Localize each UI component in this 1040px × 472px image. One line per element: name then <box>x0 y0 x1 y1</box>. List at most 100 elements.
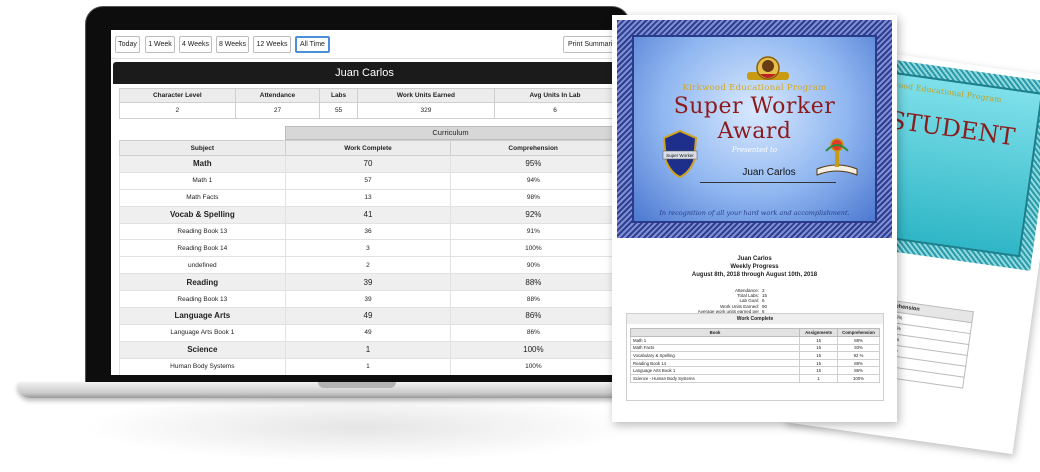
curriculum-header: Comprehension <box>450 140 616 156</box>
curriculum-header: Subject <box>119 140 286 156</box>
curriculum-row: Human Body Systems 1 100% <box>119 358 616 375</box>
range-1-week-button[interactable]: 1 Week <box>145 36 175 53</box>
work-complete-cell: 49 <box>284 307 451 325</box>
work-complete-row: Language Arts Book 1 15 86% <box>629 366 880 375</box>
curriculum-row: Math 1 57 94% <box>119 172 616 190</box>
subject-cell: Math <box>119 155 286 173</box>
comprehension-cell: 86% <box>837 366 880 375</box>
book-cell: Vocabulary & Spelling <box>629 351 801 360</box>
work-complete-row: Math 1 15 88% <box>629 336 880 345</box>
work-complete-cell: 2 <box>284 256 451 275</box>
assignments-cell: 15 <box>799 351 839 360</box>
shield-badge-icon: Super Worker <box>662 129 698 179</box>
stats-value: 2 <box>119 102 236 119</box>
comprehension-cell: 100% <box>837 373 880 383</box>
curriculum-row: Math Facts 13 98% <box>119 189 616 207</box>
range-toolbar: Today 1 Week 4 Weeks 8 Weeks 12 Weeks Al… <box>111 36 616 54</box>
shield-badge-text: Super Worker <box>666 153 694 158</box>
comprehension-cell: 100% <box>450 341 616 359</box>
laptop-notch <box>318 382 396 388</box>
certificate-footer: In recognition of all your hard work and… <box>659 209 850 217</box>
subject-cell: Human Body Systems <box>119 358 286 375</box>
work-complete-title: Work Complete <box>627 314 883 324</box>
curriculum-row: Reading Book 13 39 88% <box>119 290 616 309</box>
weekly-report-name: Juan Carlos <box>737 256 772 262</box>
subject-cell: Reading Book 14 <box>119 239 286 258</box>
range-today-button[interactable]: Today <box>115 36 140 53</box>
front-certificate-page: Kirkwood Educational Program Super Worke… <box>612 15 897 422</box>
curriculum-row: undefined 2 90% <box>119 256 616 275</box>
range-12-weeks-button[interactable]: 12 Weeks <box>253 36 291 53</box>
work-complete-table: Book Assignments Comprehension Math 1 15 8… <box>629 328 880 383</box>
comprehension-cell: 91% <box>450 223 616 241</box>
assignments-cell: 15 <box>799 343 839 353</box>
range-8-weeks-button[interactable]: 8 Weeks <box>216 36 249 53</box>
comprehension-cell: 86% <box>450 324 616 342</box>
book-cell: Math Facts <box>629 343 801 353</box>
stats-header: Attendance <box>234 88 321 103</box>
certificate-name-line <box>700 182 836 183</box>
work-complete-row: Vocabulary & Spelling 15 92 % <box>629 351 880 360</box>
comprehension-cell: 94% <box>450 172 616 190</box>
range-all-time-button[interactable]: All Time <box>295 36 330 53</box>
stats-value: 329 <box>356 102 496 119</box>
comprehension-cell: 88% <box>837 336 880 345</box>
stats-header: Character Level <box>119 88 236 103</box>
front-certificate-border: Kirkwood Educational Program Super Worke… <box>617 20 892 238</box>
curriculum-group-row: Vocab & Spelling 41 92% <box>119 206 616 224</box>
comprehension-cell: 100% <box>450 239 616 258</box>
stats-value: 55 <box>319 102 358 119</box>
front-certificate-panel: Kirkwood Educational Program Super Worke… <box>632 35 877 223</box>
subject-cell: Language Arts Book 1 <box>119 324 286 342</box>
work-complete-row: Science - Human Body Systems 1 100% <box>629 373 880 383</box>
comprehension-cell: 88% <box>837 358 880 368</box>
comprehension-cell: 95% <box>450 155 616 173</box>
comprehension-cell: 92 % <box>837 351 880 360</box>
subject-cell: Language Arts <box>119 307 286 325</box>
comprehension-cell: 90% <box>450 256 616 275</box>
curriculum-row: Reading Book 13 36 91% <box>119 223 616 241</box>
work-complete-cell: 39 <box>284 273 451 292</box>
book-lamp-icon <box>816 138 858 176</box>
stats-header: Avg Units In Lab <box>494 88 616 103</box>
weekly-report-range: August 8th, 2018 through August 10th, 20… <box>691 272 818 278</box>
curriculum-row: Language Arts Book 1 49 86% <box>119 324 616 342</box>
work-complete-cell: 1 <box>284 341 451 359</box>
work-complete-cell: 36 <box>284 223 451 241</box>
subject-cell: Vocab & Spelling <box>119 206 286 224</box>
stats-value: 6 <box>494 102 616 119</box>
book-cell: Science - Human Body Systems <box>629 373 801 383</box>
work-complete-header: Assignments <box>799 328 839 337</box>
curriculum-group-row: Science 1 100% <box>119 341 616 359</box>
work-complete-cell: 49 <box>284 324 451 342</box>
comprehension-cell: 88% <box>450 273 616 292</box>
subject-cell: Reading Book 13 <box>119 290 286 309</box>
back-certificate-org: Kirkwood Educational Program <box>874 77 1003 105</box>
range-4-weeks-button[interactable]: 4 Weeks <box>179 36 212 53</box>
stats-header: Work Units Earned <box>356 88 496 103</box>
work-complete-cell: 70 <box>284 155 451 173</box>
comprehension-cell: 86% <box>450 307 616 325</box>
work-complete-cell: 41 <box>284 206 451 224</box>
comprehension-cell: 92% <box>450 206 616 224</box>
weekly-report-title: Juan Carlos Weekly Progress August 8th, … <box>612 255 897 279</box>
curriculum-group-row: Math 70 95% <box>119 155 616 173</box>
work-complete-cell: 57 <box>284 172 451 190</box>
book-cell: Language Arts Book 1 <box>629 366 801 375</box>
weekly-report-subtitle: Weekly Progress <box>730 264 779 270</box>
work-complete-cell: 3 <box>284 239 451 258</box>
student-name-header: Juan Carlos <box>113 62 616 84</box>
print-summaries-button[interactable]: Print Summaries <box>563 36 616 53</box>
work-complete-header: Comprehension <box>837 328 880 337</box>
work-complete-cell: 13 <box>284 189 451 207</box>
subject-cell: Math 1 <box>119 172 286 190</box>
assignments-cell: 15 <box>799 366 839 375</box>
comprehension-cell: 88% <box>450 290 616 309</box>
curriculum-table: Subject Work Complete Comprehension Math… <box>119 140 616 375</box>
book-cell: Math 1 <box>629 336 801 345</box>
stats-header: Labs <box>319 88 358 103</box>
subject-cell: Reading Book 13 <box>119 223 286 241</box>
curriculum-group-row: Reading 39 88% <box>119 273 616 292</box>
laptop-screen: Today 1 Week 4 Weeks 8 Weeks 12 Weeks Al… <box>111 30 616 375</box>
work-complete-cell: 1 <box>284 358 451 375</box>
